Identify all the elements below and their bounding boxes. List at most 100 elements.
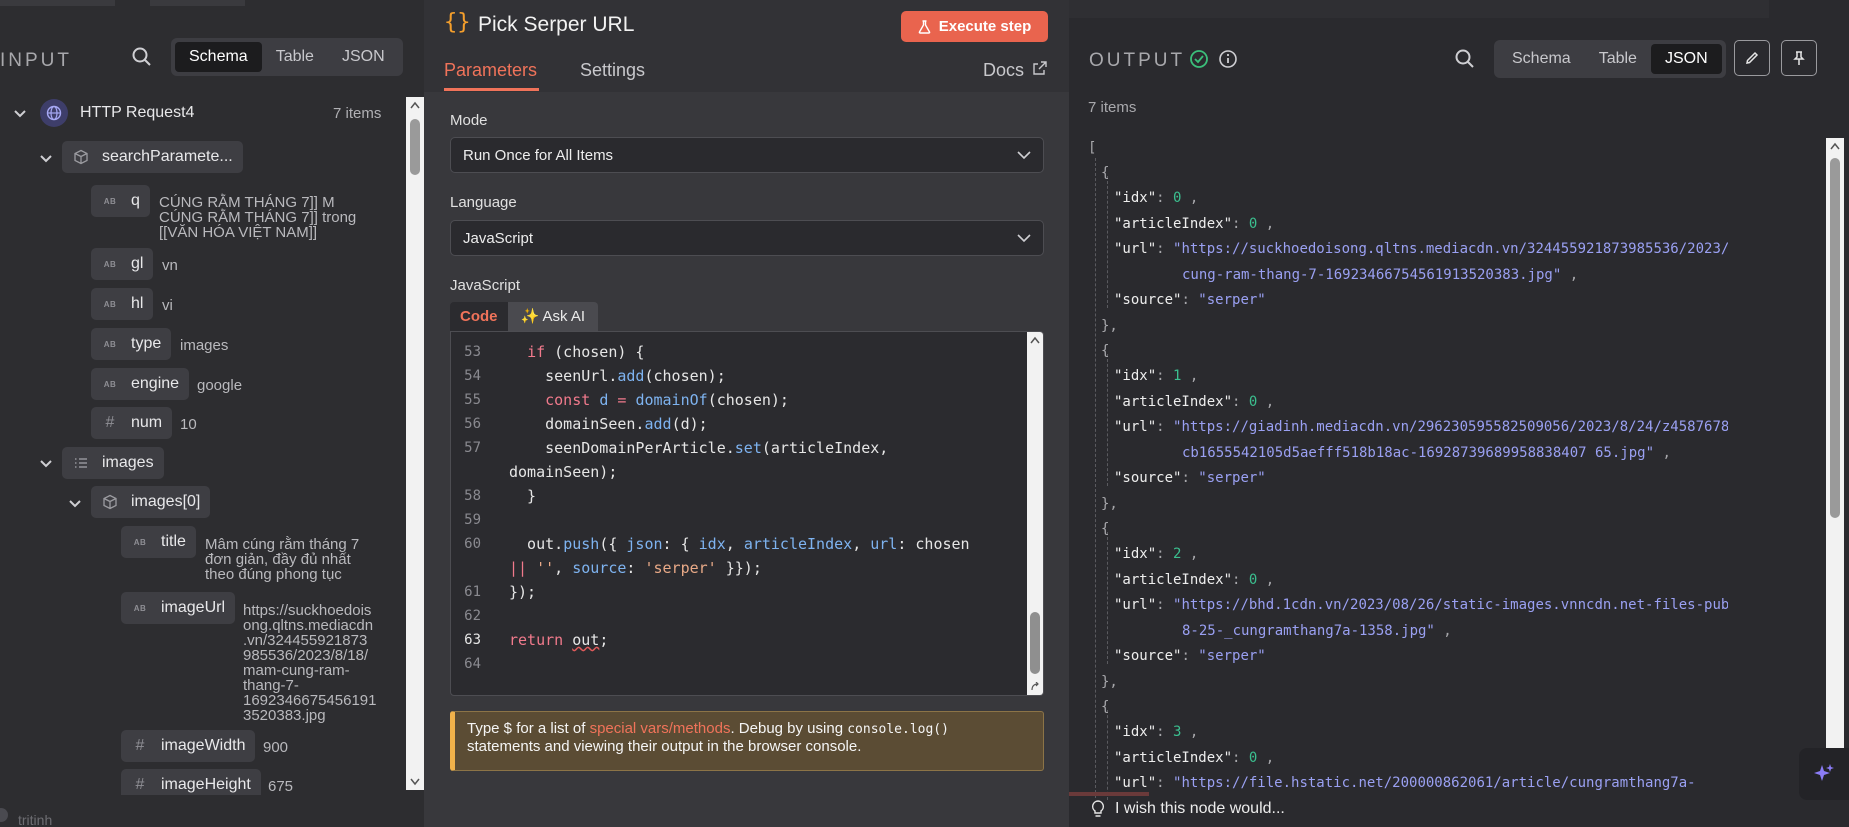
tree-value: https://suckhoedois xyxy=(243,602,372,619)
output-view-schema[interactable]: Schema xyxy=(1498,44,1585,74)
tab-settings[interactable]: Settings xyxy=(580,60,645,81)
tree-node-images-0[interactable]: images[0] xyxy=(91,486,211,518)
language-label: Language xyxy=(450,194,517,211)
search-icon[interactable] xyxy=(1454,48,1476,70)
language-select[interactable]: JavaScript xyxy=(450,220,1044,256)
flask-icon xyxy=(918,19,931,34)
ask-ai-tab[interactable]: ✨ Ask AI xyxy=(507,302,599,332)
top-edge xyxy=(0,0,115,6)
tree-root-row[interactable]: HTTP Request4 7 items xyxy=(0,97,400,129)
schema-tree: HTTP Request4 7 items searchParamete... … xyxy=(0,95,406,795)
tree-value: thang-7- xyxy=(243,677,299,694)
tree-field-gl[interactable]: AB gl xyxy=(91,248,154,280)
json-row: "idx": 0 , xyxy=(1114,190,1199,206)
chevron-down-icon[interactable] xyxy=(38,150,54,166)
json-row: cb1655542105d5aefff518b18ac-169287396899… xyxy=(1182,445,1671,461)
json-row: "source": "serper" xyxy=(1114,648,1266,664)
pin-icon xyxy=(1793,51,1805,65)
tree-value: 1692346675456191 xyxy=(243,692,377,709)
tree-value: 3520383.jpg xyxy=(243,707,326,724)
code-editor[interactable]: 53 if (chosen) { 54 seenUrl.add(chosen);… xyxy=(450,331,1044,696)
external-link-icon[interactable] xyxy=(1033,61,1047,75)
json-view[interactable]: [ { "idx": 0 , "articleIndex": 0 , "url"… xyxy=(1088,140,1728,800)
tree-node-searchparameters[interactable]: searchParamete... xyxy=(62,141,243,173)
json-row: "articleIndex": 0 , xyxy=(1114,216,1275,232)
pin-output-button[interactable] xyxy=(1781,40,1817,76)
tree-field-hl[interactable]: AB hl xyxy=(91,288,154,320)
scroll-thumb[interactable] xyxy=(1030,612,1040,674)
code-tab[interactable]: Code xyxy=(450,302,508,332)
indent-guide xyxy=(1107,532,1108,664)
json-brace: }, xyxy=(1101,318,1118,334)
chevron-down-icon[interactable] xyxy=(12,105,28,121)
code-scrollbar[interactable] xyxy=(1027,332,1043,695)
output-items-count: 7 items xyxy=(1088,99,1137,116)
input-view-json[interactable]: JSON xyxy=(328,42,399,72)
hint-text: . Debug by using xyxy=(730,720,848,737)
special-vars-link[interactable]: special vars/methods xyxy=(590,720,731,737)
edit-output-button[interactable] xyxy=(1734,40,1770,76)
execute-step-button[interactable]: Execute step xyxy=(901,11,1048,42)
tree-value: theo đúng phong tục xyxy=(205,566,342,583)
output-view-table[interactable]: Table xyxy=(1585,44,1651,74)
tree-value: CÚNG RẰM THÁNG 7]] M xyxy=(159,194,335,211)
success-check-icon xyxy=(1190,50,1208,68)
tree-field-q[interactable]: AB q xyxy=(91,185,150,217)
text-type-icon: AB xyxy=(103,259,117,269)
tree-value: 900 xyxy=(263,739,289,756)
scroll-up-arrow-icon[interactable] xyxy=(410,101,420,109)
resize-icon[interactable] xyxy=(1030,682,1040,692)
tree-field-title[interactable]: AB title xyxy=(121,526,196,558)
tree-field-engine[interactable]: AB engine xyxy=(91,368,190,400)
json-brace: { xyxy=(1101,343,1110,359)
scroll-down-arrow-icon[interactable] xyxy=(410,778,420,786)
hash-icon: # xyxy=(135,737,145,754)
cube-icon xyxy=(99,491,121,513)
tree-node-images[interactable]: images xyxy=(62,447,164,479)
tree-field-imagewidth[interactable]: # imageWidth xyxy=(121,730,256,762)
tree-field-imageheight[interactable]: # imageHeight xyxy=(121,769,261,795)
feedback-text: I wish this node would... xyxy=(1115,800,1285,817)
text-type-icon: AB xyxy=(133,537,147,547)
code-line: seenDomainPerArticle.set(articleIndex, xyxy=(509,439,889,457)
output-scrollbar[interactable] xyxy=(1826,138,1844,788)
chevron-down-icon xyxy=(1017,234,1031,243)
resize-handle[interactable] xyxy=(1069,792,1149,796)
input-scrollbar[interactable] xyxy=(406,97,424,790)
active-tab-indicator xyxy=(444,88,539,91)
mode-select[interactable]: Run Once for All Items xyxy=(450,137,1044,173)
scroll-thumb[interactable] xyxy=(410,119,420,175)
chevron-down-icon[interactable] xyxy=(67,495,83,511)
tree-field-type[interactable]: AB type xyxy=(91,328,172,360)
json-brace: }, xyxy=(1101,674,1118,690)
json-row: "articleIndex": 0 , xyxy=(1114,572,1275,588)
feedback-bar[interactable]: I wish this node would... xyxy=(1069,792,1709,827)
ai-assistant-button[interactable] xyxy=(1799,748,1849,800)
node-title[interactable]: Pick Serper URL xyxy=(478,13,634,37)
info-icon[interactable] xyxy=(1218,49,1238,69)
line-number: 58 xyxy=(464,488,481,504)
input-view-schema[interactable]: Schema xyxy=(175,42,262,72)
scroll-thumb[interactable] xyxy=(1830,158,1840,518)
json-row: "idx": 2 , xyxy=(1114,546,1199,562)
input-title: INPUT xyxy=(0,50,72,71)
scroll-up-arrow-icon[interactable] xyxy=(1030,336,1040,344)
json-row: "articleIndex": 0 , xyxy=(1114,394,1275,410)
chevron-down-icon[interactable] xyxy=(38,455,54,471)
scroll-up-arrow-icon[interactable] xyxy=(1830,142,1840,150)
bottom-canvas-strip: tritinh xyxy=(0,795,424,827)
output-view-json[interactable]: JSON xyxy=(1650,44,1722,74)
pencil-icon xyxy=(1746,51,1759,64)
input-view-table[interactable]: Table xyxy=(262,42,328,72)
top-edge xyxy=(150,0,245,6)
docs-link[interactable]: Docs xyxy=(983,60,1024,81)
output-view-switch: Schema Table JSON xyxy=(1494,40,1726,78)
tab-parameters[interactable]: Parameters xyxy=(444,60,537,81)
search-icon[interactable] xyxy=(131,46,153,68)
text-type-icon: AB xyxy=(103,299,117,309)
tree-field-imageurl[interactable]: AB imageUrl xyxy=(121,592,236,624)
root-node-name: HTTP Request4 xyxy=(80,104,195,121)
tree-value: vi xyxy=(162,297,173,314)
tree-field-num[interactable]: # num xyxy=(91,407,173,439)
json-row: "source": "serper" xyxy=(1114,292,1266,308)
